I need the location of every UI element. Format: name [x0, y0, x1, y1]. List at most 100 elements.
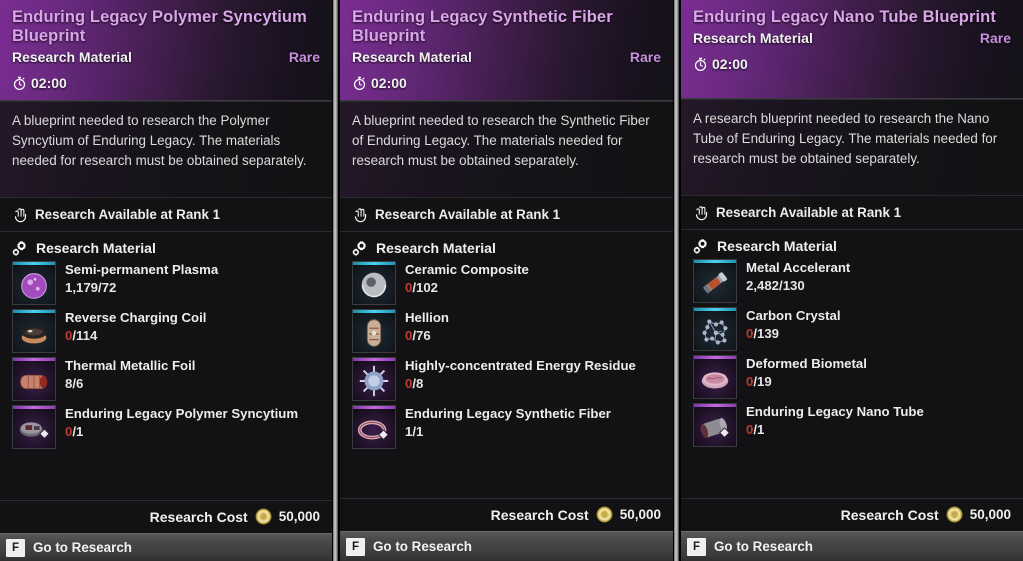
material-name: Carbon Crystal	[746, 308, 841, 323]
gears-icon	[693, 238, 710, 254]
rank-requirement-row: Research Available at Rank 1	[681, 196, 1023, 230]
material-name: Deformed Biometal	[746, 356, 867, 371]
research-cost-value: 50,000	[969, 507, 1011, 522]
rarity-badge: Rare	[979, 30, 1011, 46]
panel-header: Enduring Legacy Synthetic Fiber Blueprin…	[340, 0, 673, 102]
material-quantity: 8/6	[65, 376, 84, 391]
material-quantity: 0/139	[746, 326, 780, 341]
material-name: Ceramic Composite	[405, 262, 529, 277]
material-info: Carbon Crystal 0/139	[746, 307, 841, 342]
go-to-research-button[interactable]: F Go to Research	[681, 531, 1023, 561]
materials-header: Research Material	[693, 238, 1013, 254]
material-item[interactable]: Hellion 0/76	[352, 309, 663, 353]
material-thumbnail	[693, 355, 737, 399]
material-item[interactable]: Deformed Biometal 0/19	[693, 355, 1013, 399]
material-info: Enduring Legacy Polymer Syncytium 0/1	[65, 405, 298, 440]
material-need: 6	[76, 376, 84, 391]
research-cost-row: Research Cost 50,000	[340, 498, 673, 531]
subtitle-row: Research Material Rare	[693, 30, 1011, 46]
material-need: 76	[416, 328, 431, 343]
material-thumbnail	[12, 309, 56, 353]
material-item[interactable]: Enduring Legacy Nano Tube 0/1	[693, 403, 1013, 447]
material-have: 0	[65, 328, 73, 343]
blueprint-panel-2[interactable]: Enduring Legacy Synthetic Fiber Blueprin…	[340, 0, 673, 561]
material-name: Enduring Legacy Polymer Syncytium	[65, 406, 299, 421]
material-have: 0	[405, 328, 413, 343]
material-item[interactable]: Reverse Charging Coil 0/114	[12, 309, 322, 353]
item-category: Research Material	[352, 49, 472, 65]
material-name: Metal Accelerant	[746, 260, 851, 275]
material-quantity: 0/102	[405, 280, 439, 295]
material-item[interactable]: Semi-permanent Plasma 1,179/72	[12, 261, 322, 305]
material-item[interactable]: Enduring Legacy Synthetic Fiber 1/1	[352, 405, 663, 449]
material-thumbnail	[352, 357, 396, 401]
material-item[interactable]: Metal Accelerant 2,482/130	[693, 259, 1013, 303]
material-have: 0	[746, 422, 754, 437]
materials-header: Research Material	[12, 240, 322, 256]
gold-coin-icon	[596, 506, 613, 523]
panel-separator-scrollbar[interactable]	[332, 0, 340, 561]
material-item[interactable]: Carbon Crystal 0/139	[693, 307, 1013, 351]
rank-requirement-label: Research Available at Rank 1	[375, 207, 561, 222]
blueprint-panel-3[interactable]: Enduring Legacy Nano Tube Blueprint Rese…	[681, 0, 1023, 561]
materials-section: Research Material Metal Accelerant 2,482…	[681, 230, 1023, 498]
material-info: Metal Accelerant 2,482/130	[746, 259, 850, 294]
material-need: 130	[782, 278, 805, 293]
page-title: Enduring Legacy Synthetic Fiber Blueprin…	[352, 8, 613, 45]
material-name: Reverse Charging Coil	[65, 310, 207, 325]
material-item[interactable]: Thermal Metallic Foil 8/6	[12, 357, 322, 401]
material-have: 1	[405, 424, 413, 439]
gears-icon	[12, 240, 29, 256]
key-hint-badge: F	[687, 537, 706, 556]
material-info: Enduring Legacy Nano Tube 0/1	[746, 403, 924, 438]
item-description: A research blueprint needed to research …	[681, 100, 1023, 196]
materials-header: Research Material	[352, 240, 663, 256]
material-item[interactable]: Ceramic Composite 0/102	[352, 261, 663, 305]
go-to-research-label: Go to Research	[714, 539, 813, 554]
material-thumbnail	[352, 309, 396, 353]
material-need: 139	[757, 326, 780, 341]
material-thumbnail	[12, 357, 56, 401]
material-quantity: 2,482/130	[746, 278, 805, 293]
material-thumbnail	[352, 405, 396, 449]
go-to-research-label: Go to Research	[33, 540, 132, 555]
material-have: 0	[405, 280, 413, 295]
stopwatch-icon	[352, 76, 367, 91]
material-need: 1	[76, 424, 84, 439]
material-item[interactable]: Highly-concentrated Energy Residue 0/8	[352, 357, 663, 401]
blueprint-panel-1[interactable]: Enduring Legacy Polymer Syncytium Bluepr…	[0, 0, 332, 561]
item-description: A blueprint needed to research the Polym…	[0, 102, 332, 198]
material-info: Reverse Charging Coil 0/114	[65, 309, 206, 344]
material-thumbnail	[693, 307, 737, 351]
material-name: Enduring Legacy Nano Tube	[746, 404, 924, 419]
rarity-badge: Rare	[288, 49, 320, 65]
material-item[interactable]: Enduring Legacy Polymer Syncytium 0/1	[12, 405, 322, 449]
rank-hand-icon	[353, 206, 368, 223]
material-thumbnail	[12, 261, 56, 305]
item-category: Research Material	[693, 30, 813, 46]
material-info: Hellion 0/76	[405, 309, 449, 344]
material-have: 0	[65, 424, 73, 439]
research-cost-value: 50,000	[278, 509, 320, 524]
go-to-research-button[interactable]: F Go to Research	[340, 531, 673, 561]
material-info: Deformed Biometal 0/19	[746, 355, 867, 390]
blueprint-tooltip-row: Enduring Legacy Polymer Syncytium Bluepr…	[0, 0, 1023, 561]
rank-hand-icon	[13, 206, 28, 223]
material-quantity: 0/76	[405, 328, 431, 343]
material-name: Hellion	[405, 310, 449, 325]
material-info: Ceramic Composite 0/102	[405, 261, 529, 296]
rank-requirement-row: Research Available at Rank 1	[0, 198, 332, 232]
material-have: 2,482	[746, 278, 780, 293]
material-need: 114	[76, 328, 98, 343]
timer-value: 02:00	[31, 75, 67, 91]
material-thumbnail	[693, 403, 737, 447]
material-quantity: 0/1	[65, 424, 84, 439]
rank-requirement-row: Research Available at Rank 1	[340, 198, 673, 232]
panel-separator-scrollbar[interactable]	[673, 0, 681, 561]
materials-label: Research Material	[717, 238, 837, 254]
material-quantity: 1/1	[405, 424, 424, 439]
material-have: 8	[65, 376, 73, 391]
go-to-research-button[interactable]: F Go to Research	[0, 533, 332, 561]
materials-label: Research Material	[36, 240, 156, 256]
craft-timer: 02:00	[12, 75, 320, 91]
